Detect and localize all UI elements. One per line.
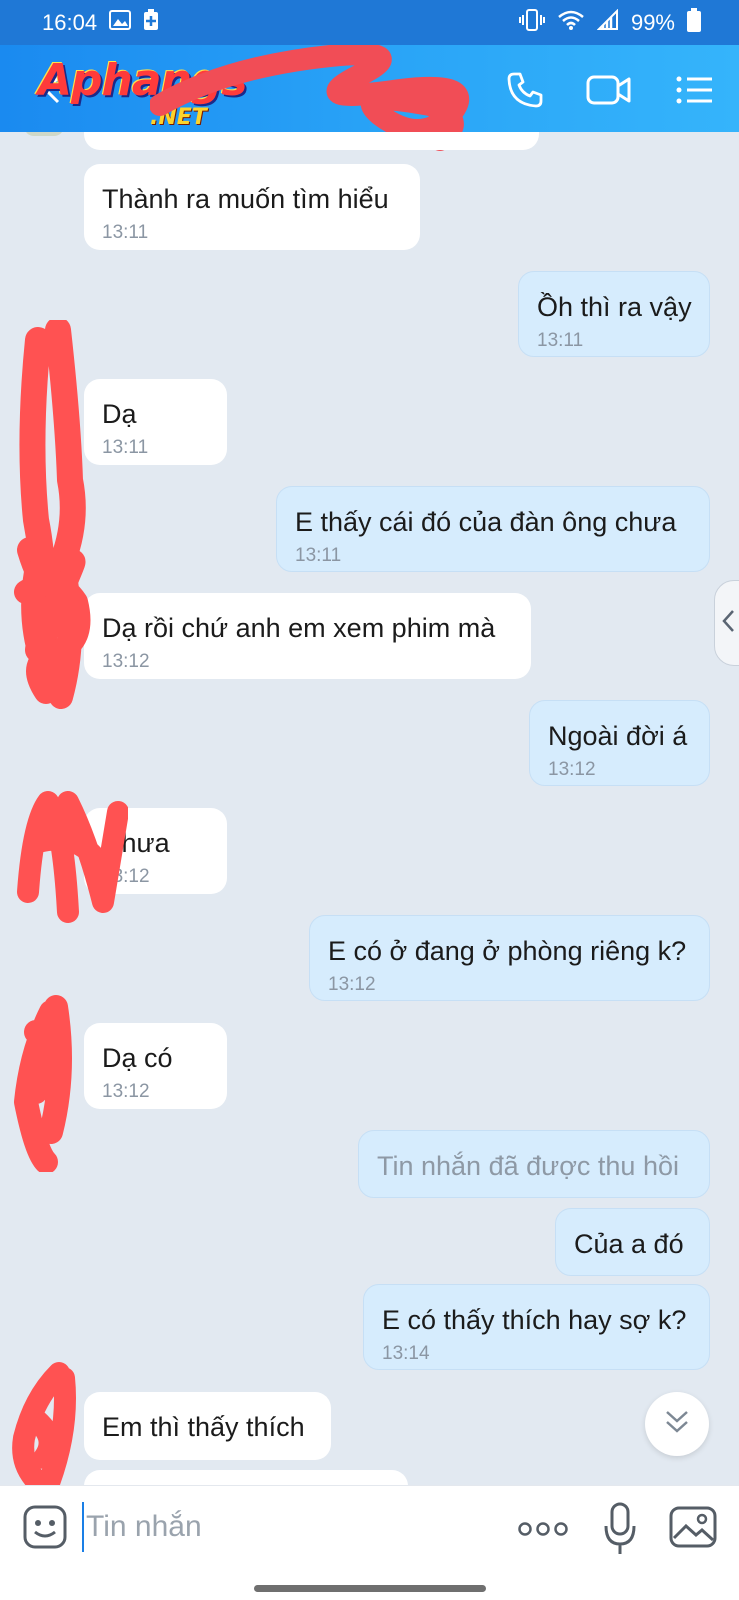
double-chevron-down-icon (663, 1409, 691, 1440)
message-time: 13:12 (328, 974, 376, 995)
message-bubble-partial[interactable] (84, 1470, 408, 1485)
signal-icon (596, 8, 619, 37)
wifi-icon (557, 9, 585, 37)
gallery-notification-icon (109, 9, 132, 36)
message-text: Em thì thấy thích (102, 1412, 305, 1442)
message-list[interactable]: Thành ra muốn tìm hiểu 13:11 Ồh thì ra v… (0, 132, 739, 1485)
message-text: E có ở đang ở phòng riêng k? (328, 936, 687, 966)
message-bubble[interactable]: E thấy cái đó của đàn ông chưa 13:11 (276, 486, 710, 572)
more-options-icon[interactable] (518, 1514, 568, 1544)
message-text: Dạ (102, 399, 137, 429)
message-bubble[interactable]: Em thì thấy thích (84, 1392, 331, 1460)
avatar-redaction (17, 791, 128, 923)
avatar-redaction (14, 560, 91, 709)
avatar-redaction (12, 1362, 76, 1485)
navigation-bar (0, 1573, 739, 1600)
home-indicator[interactable] (254, 1585, 486, 1592)
message-time: 13:11 (295, 545, 342, 566)
status-bar: 16:04 99% (0, 0, 739, 45)
phone-icon[interactable] (502, 67, 548, 113)
avatar (24, 132, 64, 136)
message-bubble[interactable]: E có ở đang ở phòng riêng k? 13:12 (309, 915, 710, 1001)
message-bubble[interactable]: Thành ra muốn tìm hiểu 13:11 (84, 164, 420, 250)
message-bubble[interactable]: Dạ rồi chứ anh em xem phim mà 13:12 (84, 593, 531, 679)
message-bubble[interactable]: E có thấy thích hay sợ k? 13:14 (363, 1284, 710, 1370)
message-text: Dạ rồi chứ anh em xem phim mà (102, 613, 496, 643)
message-text: Tin nhắn đã được thu hồi (377, 1151, 679, 1181)
emoji-sticker-icon[interactable] (22, 1504, 68, 1550)
message-input[interactable] (82, 1502, 482, 1552)
microphone-icon[interactable] (602, 1500, 638, 1556)
message-time: 13:12 (548, 759, 596, 780)
message-time: 13:14 (382, 1343, 430, 1364)
photo-gallery-icon[interactable] (668, 1502, 718, 1552)
message-text: Ngoài đời á (548, 721, 688, 751)
message-bubble[interactable]: Của a đó (555, 1208, 710, 1276)
message-text: E có thấy thích hay sợ k? (382, 1305, 687, 1335)
message-text: Ồh thì ra vậy (537, 292, 692, 322)
battery-saver-notification-icon (143, 8, 159, 37)
recalled-message-bubble[interactable]: Tin nhắn đã được thu hồi (358, 1130, 710, 1198)
side-panel-tab[interactable] (714, 580, 739, 666)
message-time: 13:11 (537, 330, 584, 351)
message-time: 13:12 (102, 1081, 150, 1102)
message-time: 13:11 (102, 437, 149, 458)
video-call-icon[interactable] (586, 67, 632, 113)
message-text: E thấy cái đó của đàn ông chưa (295, 507, 677, 537)
message-text: Dạ có (102, 1043, 173, 1073)
message-bubble[interactable]: Dạ có 13:12 (84, 1023, 227, 1109)
message-bubble-partial[interactable] (84, 132, 539, 150)
battery-icon (687, 7, 701, 38)
status-time: 16:04 (42, 9, 98, 35)
message-time: 13:12 (102, 651, 150, 672)
chevron-left-icon (721, 609, 735, 638)
message-time: 13:11 (102, 222, 149, 243)
menu-icon[interactable] (672, 67, 718, 113)
chat-header: Aphangs .NET (0, 45, 739, 151)
message-bubble[interactable]: Ngoài đời á 13:12 (529, 700, 710, 786)
battery-percent: 99% (630, 9, 675, 35)
avatar-redaction (14, 995, 72, 1172)
scroll-to-bottom-button[interactable] (645, 1392, 709, 1456)
vibrate-icon (518, 8, 545, 37)
message-bubble[interactable]: Ồh thì ra vậy 13:11 (518, 271, 710, 357)
message-text: Thành ra muốn tìm hiểu (102, 184, 389, 214)
message-text: Của a đó (574, 1229, 684, 1259)
message-composer (0, 1485, 739, 1573)
message-bubble[interactable]: Dạ 13:11 (84, 379, 227, 465)
